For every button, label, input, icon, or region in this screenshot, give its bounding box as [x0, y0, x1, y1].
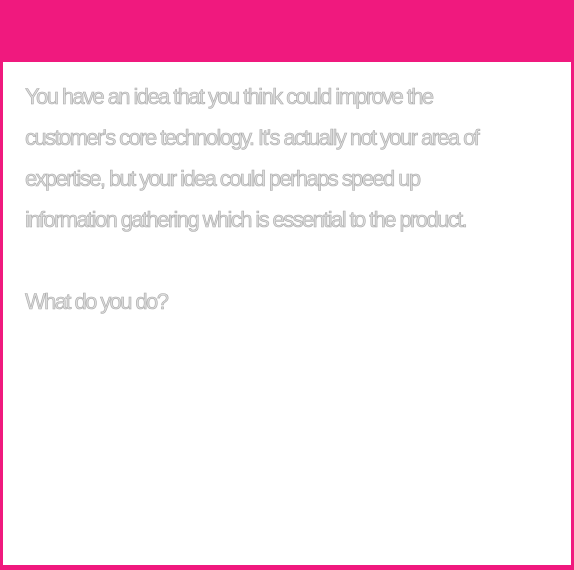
scenario-question: What do you do?: [25, 289, 170, 315]
card-header-bar: [3, 0, 571, 62]
scenario-text: You have an idea that you think could im…: [25, 84, 480, 233]
scenario-card: You have an idea that you think could im…: [0, 0, 574, 570]
card-body: You have an idea that you think could im…: [25, 76, 555, 322]
